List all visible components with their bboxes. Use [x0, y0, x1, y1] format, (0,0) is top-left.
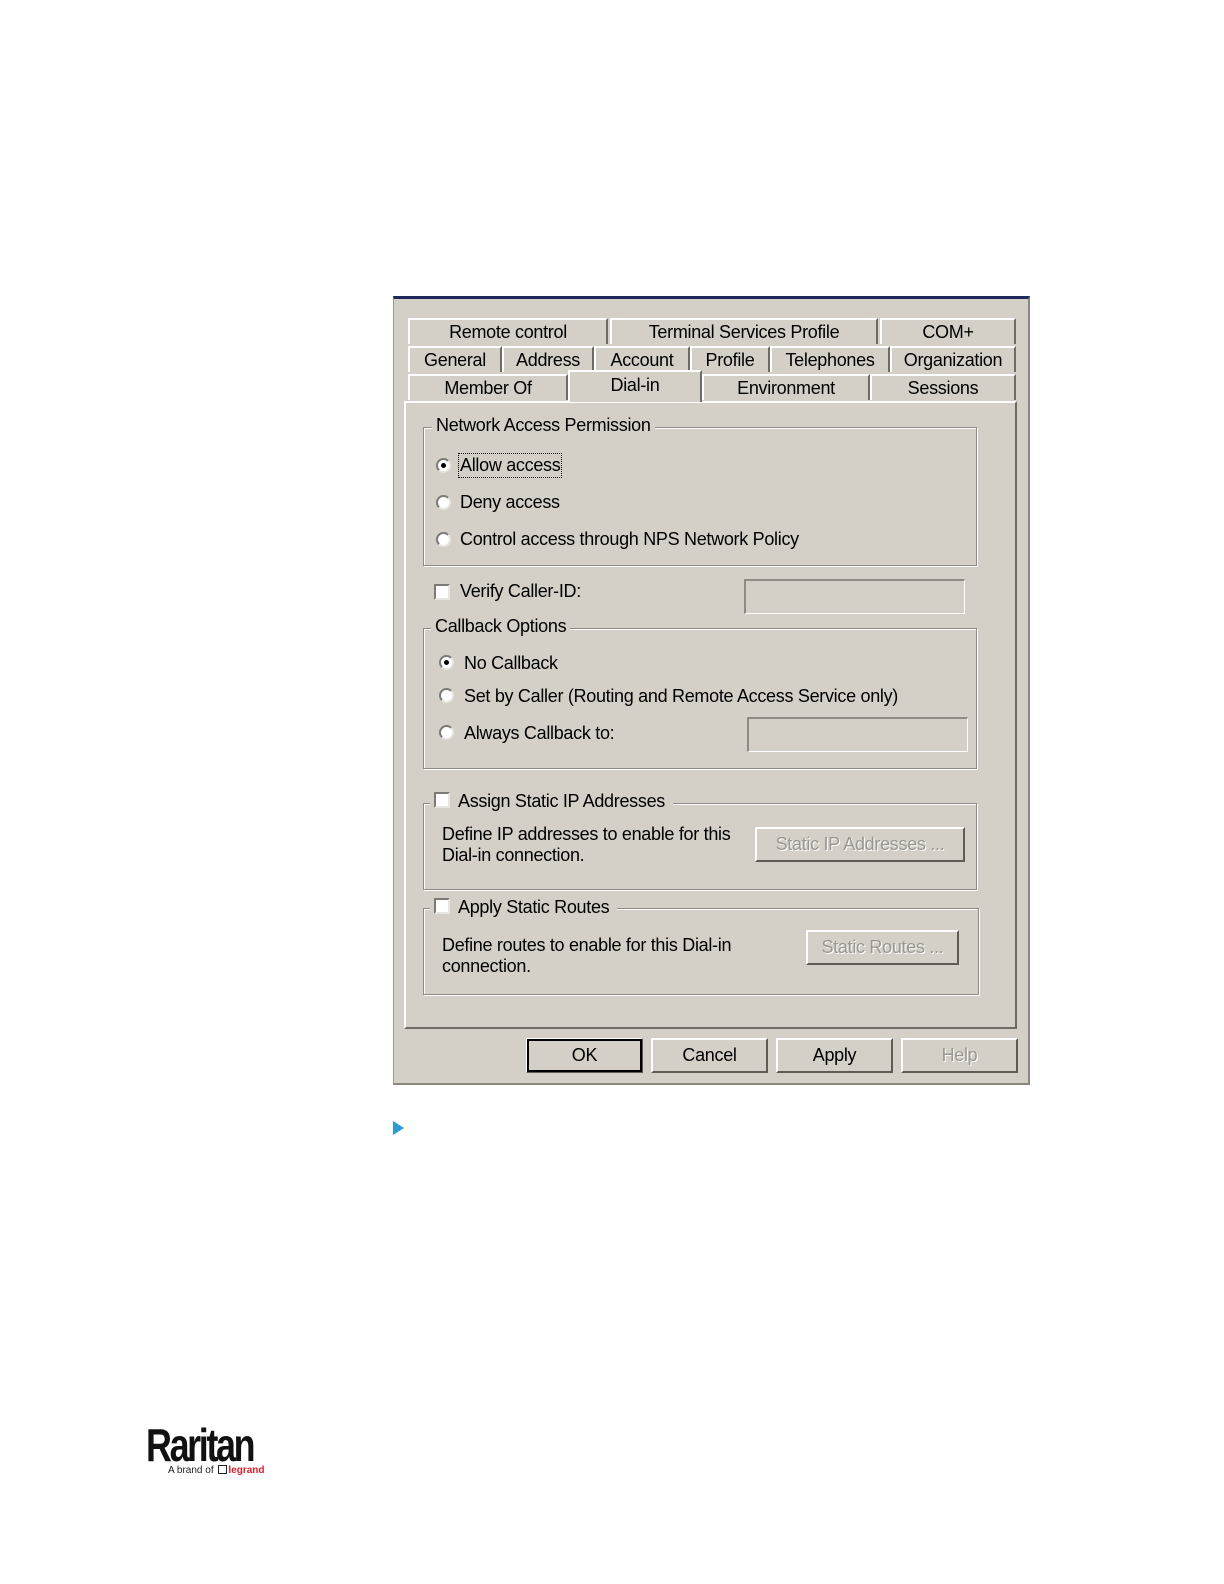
legrand-square-icon	[218, 1465, 228, 1474]
tab-general[interactable]: General	[408, 346, 502, 372]
tab-remote-control[interactable]: Remote control	[408, 318, 608, 344]
tab-profile[interactable]: Profile	[690, 346, 770, 372]
static-ip-description-line1: Define IP addresses to enable for this	[442, 824, 731, 844]
nps-policy-label[interactable]: Control access through NPS Network Polic…	[460, 529, 799, 550]
radio-selected-dot	[444, 660, 449, 665]
logo-tagline: A brand of legrand	[168, 1465, 265, 1476]
ok-button[interactable]: OK	[526, 1038, 643, 1073]
radio-selected-dot	[441, 463, 446, 468]
verify-caller-id-checkbox[interactable]	[434, 584, 450, 600]
tab-environment[interactable]: Environment	[702, 374, 870, 400]
tab-sessions[interactable]: Sessions	[870, 374, 1016, 400]
static-routes-button[interactable]: Static Routes ...	[806, 930, 959, 965]
help-button[interactable]: Help	[901, 1038, 1018, 1073]
static-routes-checkbox[interactable]	[434, 898, 450, 915]
nps-policy-radio[interactable]	[436, 532, 451, 547]
caller-id-field[interactable]	[744, 579, 965, 614]
static-ip-checkbox[interactable]	[434, 792, 450, 809]
tab-telephones[interactable]: Telephones	[770, 346, 890, 372]
tab-com-plus[interactable]: COM+	[880, 318, 1016, 344]
no-callback-radio[interactable]	[439, 655, 454, 670]
deny-access-radio[interactable]	[436, 495, 451, 510]
static-ip-addresses-button[interactable]: Static IP Addresses ...	[755, 827, 965, 862]
deny-access-label[interactable]: Deny access	[460, 492, 560, 513]
raritan-logo: Raritan	[146, 1419, 256, 1471]
tab-account[interactable]: Account	[594, 346, 690, 372]
tab-dial-in[interactable]: Dial-in	[568, 370, 702, 402]
tab-organization[interactable]: Organization	[890, 346, 1016, 372]
dial-in-panel: Network Access Permission Allow access D…	[404, 401, 1017, 1029]
always-callback-label[interactable]: Always Callback to:	[464, 723, 615, 744]
tagline-prefix: A brand of	[168, 1465, 214, 1476]
verify-caller-id-label[interactable]: Verify Caller-ID:	[460, 581, 581, 602]
static-routes-description-line2: connection.	[442, 956, 531, 976]
static-routes-legend: Apply Static Routes	[430, 897, 618, 918]
static-routes-description-line1: Define routes to enable for this Dial-in	[442, 935, 732, 955]
no-callback-label[interactable]: No Callback	[464, 653, 558, 674]
step-arrow-icon	[393, 1121, 404, 1135]
tab-address[interactable]: Address	[502, 346, 594, 372]
static-ip-label[interactable]: Assign Static IP Addresses	[458, 791, 665, 811]
tab-member-of[interactable]: Member Of	[408, 374, 568, 400]
allow-access-label[interactable]: Allow access	[457, 453, 563, 478]
apply-button[interactable]: Apply	[776, 1038, 893, 1073]
tab-terminal-services-profile[interactable]: Terminal Services Profile	[610, 318, 878, 344]
tagline-brand: legrand	[228, 1465, 265, 1476]
callback-number-field[interactable]	[747, 717, 968, 752]
network-access-legend: Network Access Permission	[432, 415, 655, 436]
set-by-caller-radio[interactable]	[439, 688, 454, 703]
cancel-button[interactable]: Cancel	[651, 1038, 768, 1073]
user-properties-dialog: Remote control Terminal Services Profile…	[393, 296, 1030, 1085]
callback-options-legend: Callback Options	[431, 616, 571, 637]
always-callback-radio[interactable]	[439, 725, 454, 740]
set-by-caller-label[interactable]: Set by Caller (Routing and Remote Access…	[464, 686, 898, 707]
allow-access-radio[interactable]	[436, 458, 451, 473]
static-ip-legend: Assign Static IP Addresses	[430, 791, 673, 812]
static-ip-description-line2: Dial-in connection.	[442, 845, 585, 865]
static-routes-label[interactable]: Apply Static Routes	[458, 897, 610, 917]
